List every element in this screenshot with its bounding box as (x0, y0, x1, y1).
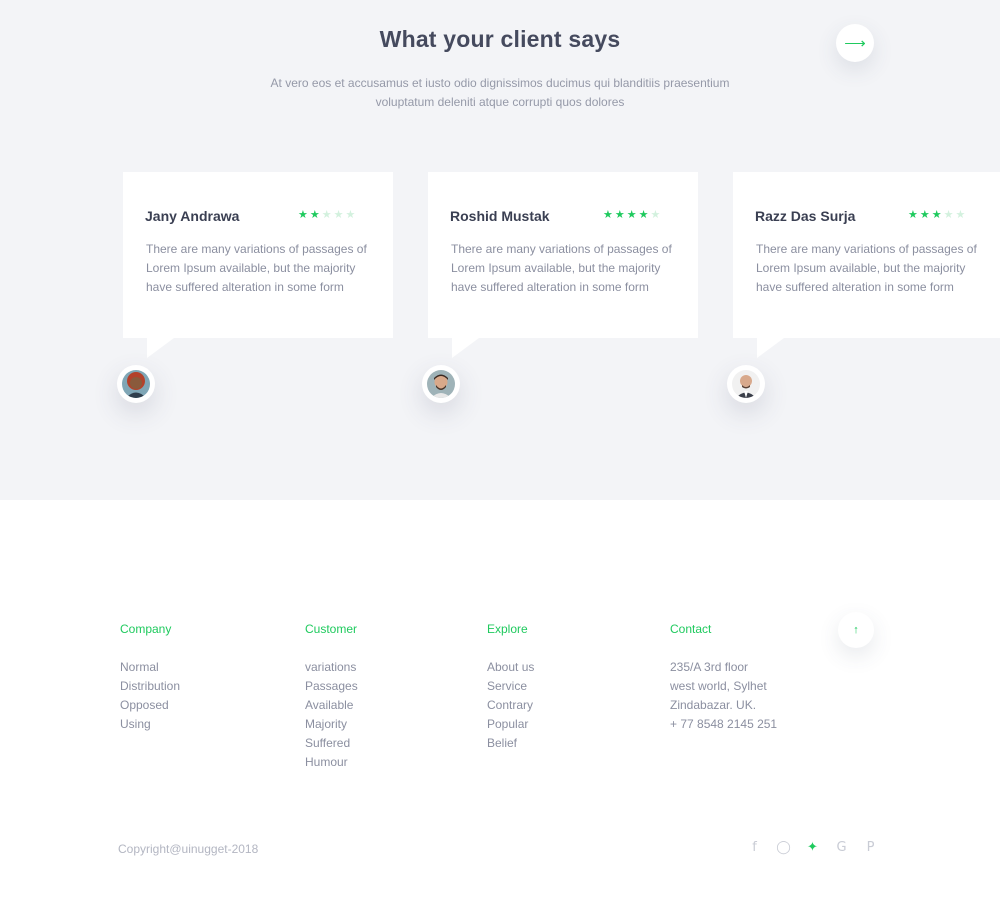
star-icon: ★ (603, 209, 615, 221)
footer-link[interactable]: About us (487, 658, 534, 677)
review-text: There are many variations of passages of… (756, 242, 977, 294)
social-links: f ◯ ✦ G P (740, 840, 885, 855)
reviewer-name: Razz Das Surja (755, 208, 856, 224)
footer-link[interactable]: Passages (305, 677, 358, 696)
footer-heading: Contact (670, 622, 712, 636)
star-icon: ★ (614, 209, 627, 221)
testimonial-card: Jany Andrawa ★★★★★ There are many variat… (123, 172, 393, 358)
contact-line: west world, Sylhet (670, 679, 767, 693)
instagram-icon[interactable]: ◯ (769, 840, 798, 855)
star-icon: ★ (345, 209, 358, 221)
google-icon[interactable]: G (827, 840, 856, 855)
testimonial-card: Roshid Mustak ★★★★★ There are many varia… (428, 172, 698, 358)
footer-link[interactable]: Distribution (120, 677, 180, 696)
pinterest-icon[interactable]: P (856, 840, 885, 855)
footer-link[interactable]: Humour (305, 753, 358, 772)
contact-line: 235/A 3rd floor (670, 660, 749, 674)
avatar (117, 365, 155, 403)
contact-line: + 77 8548 2145 251 (670, 717, 778, 731)
footer-link-list: Normal Distribution Opposed Using (120, 658, 180, 734)
star-icon: ★ (908, 209, 920, 221)
footer-link[interactable]: Majority (305, 715, 358, 734)
star-icon: ★ (309, 209, 322, 221)
review-text: There are many variations of passages of… (451, 242, 672, 294)
footer-link[interactable]: Normal (120, 658, 180, 677)
copyright-text: Copyright@uinugget-2018 (118, 842, 259, 856)
section-subtitle: At vero eos et accusamus et iusto odio d… (270, 76, 730, 109)
star-icon: ★ (650, 209, 663, 221)
star-rating: ★★★★★ (908, 208, 967, 221)
star-icon: ★ (321, 209, 334, 221)
star-rating: ★★★★★ (298, 208, 357, 221)
testimonial-card: Razz Das Surja ★★★★★ There are many vari… (733, 172, 1000, 358)
contact-details: 235/A 3rd floor west world, Sylhet Zindaba… (670, 658, 777, 734)
star-icon: ★ (626, 209, 639, 221)
footer-link[interactable]: Opposed (120, 696, 180, 715)
star-icon: ★ (333, 209, 346, 221)
star-rating: ★★★★★ (603, 208, 662, 221)
twitter-icon[interactable]: ✦ (798, 840, 827, 855)
footer-link-list: variations Passages Available Majority Suffe… (305, 658, 358, 772)
star-icon: ★ (955, 209, 968, 221)
reviewer-name: Jany Andrawa (145, 208, 240, 224)
footer-link[interactable]: Available (305, 696, 358, 715)
avatar-photo (732, 370, 760, 398)
avatar-photo (122, 370, 150, 398)
contact-line: Zindabazar. UK. (670, 698, 757, 712)
footer-heading: Customer (305, 622, 358, 636)
footer-link[interactable]: Contrary (487, 696, 534, 715)
star-icon: ★ (919, 209, 932, 221)
footer-column-customer: Customer variations Passages Available Majo… (305, 622, 358, 772)
footer-link[interactable]: Suffered (305, 734, 358, 753)
star-icon: ★ (298, 209, 310, 221)
star-icon: ★ (943, 209, 956, 221)
review-text: There are many variations of passages of… (146, 242, 367, 294)
facebook-icon[interactable]: f (740, 840, 769, 855)
footer-heading: Company (120, 622, 172, 636)
footer-link[interactable]: Belief (487, 734, 534, 753)
star-icon: ★ (638, 209, 651, 221)
footer-link[interactable]: Using (120, 715, 180, 734)
footer-link-list: About us Service Contrary Popular Belief (487, 658, 534, 753)
footer-column-company: Company Normal Distribution Opposed Using (120, 622, 180, 734)
avatar (727, 365, 765, 403)
avatar (422, 365, 460, 403)
arrow-up-icon: ↑ (853, 624, 859, 636)
star-icon: ★ (931, 209, 944, 221)
footer-heading: Explore (487, 622, 528, 636)
arrow-right-icon: ⟶ (844, 35, 866, 52)
footer-link[interactable]: Popular (487, 715, 534, 734)
footer-column-contact: Contact 235/A 3rd floor west world, Sylhe… (670, 622, 777, 734)
footer-column-explore: Explore About us Service Contrary Popular Be… (487, 622, 534, 753)
scroll-to-top-button[interactable]: ↑ (838, 612, 874, 648)
reviewer-name: Roshid Mustak (450, 208, 550, 224)
avatar-photo (427, 370, 455, 398)
footer-link[interactable]: variations (305, 658, 358, 677)
testimonials-section: What your client says At vero eos et acc… (0, 0, 1000, 500)
footer-link[interactable]: Service (487, 677, 534, 696)
next-testimonial-button[interactable]: ⟶ (836, 24, 874, 62)
